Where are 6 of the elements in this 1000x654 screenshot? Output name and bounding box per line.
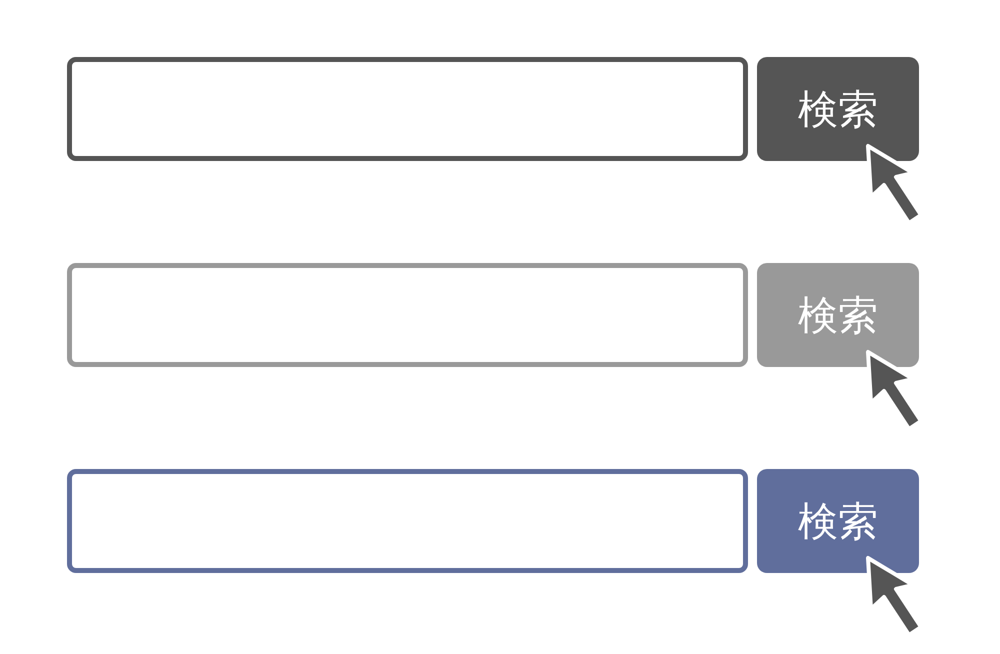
search-field[interactable] <box>67 263 748 367</box>
search-button[interactable]: 検索 <box>757 469 919 573</box>
search-button[interactable]: 検索 <box>757 263 919 367</box>
search-button[interactable]: 検索 <box>757 57 919 161</box>
search-field[interactable] <box>67 57 748 161</box>
search-field[interactable] <box>67 469 748 573</box>
